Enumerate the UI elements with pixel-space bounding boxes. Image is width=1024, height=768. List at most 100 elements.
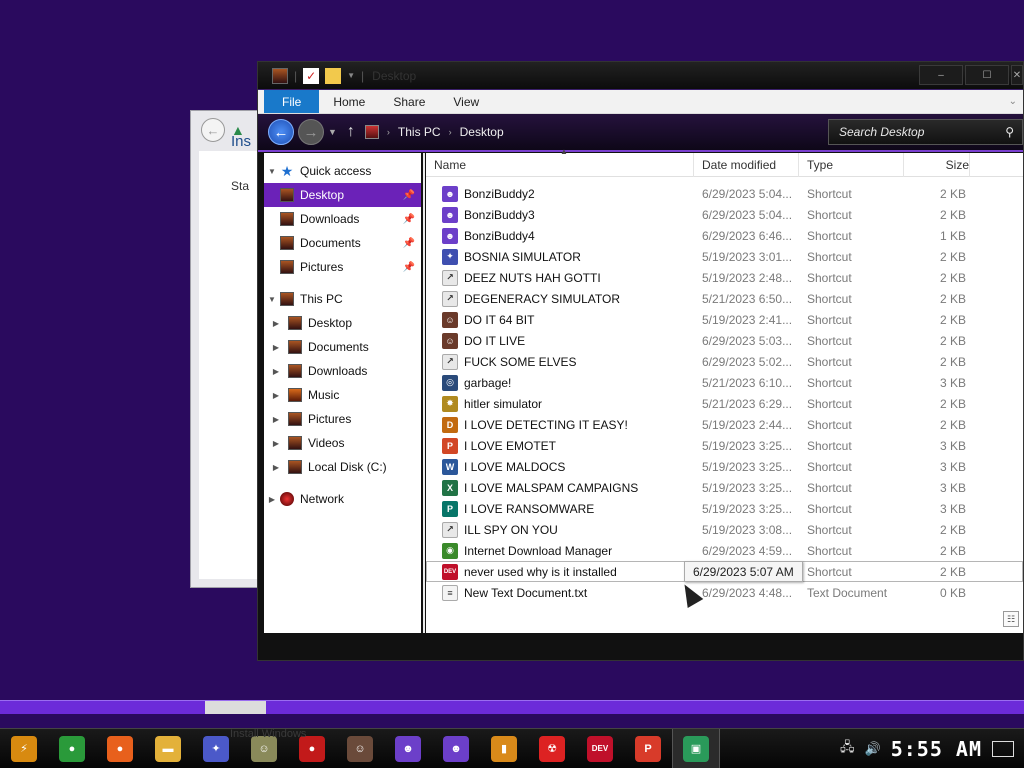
file-row[interactable]: ↗ DEGENERACY SIMULATOR 5/21/2023 6:50... Sh… [426, 288, 1023, 309]
firefox-icon[interactable]: ● [96, 729, 144, 768]
pane-splitter[interactable] [423, 153, 425, 633]
network-tray-icon[interactable]: 🖧 [840, 738, 855, 760]
file-row[interactable]: P I LOVE RANSOMWARE 5/19/2023 3:25... Short… [426, 498, 1023, 519]
expand-icon[interactable]: ▶ [264, 415, 280, 424]
bonzi-app-icon-2[interactable]: ☻ [432, 729, 480, 768]
file-name-cell[interactable]: D I LOVE DETECTING IT EASY! [426, 416, 694, 433]
nav-pc-documents[interactable]: ▶ Documents [264, 335, 421, 359]
search-icon[interactable]: ⚲ [1005, 125, 1014, 139]
installer-app-icon[interactable]: ▣ [672, 728, 720, 768]
file-row[interactable]: X I LOVE MALSPAM CAMPAIGNS 5/19/2023 3:25.… [426, 477, 1023, 498]
file-name-cell[interactable]: X I LOVE MALSPAM CAMPAIGNS [426, 479, 694, 496]
tab-share[interactable]: Share [379, 90, 439, 113]
nav-pc-pictures[interactable]: ▶ Pictures [264, 407, 421, 431]
start-button[interactable]: ⚡ [0, 729, 48, 768]
maximize-button[interactable]: ☐ [965, 65, 1009, 85]
expand-icon[interactable]: ▶ [264, 391, 280, 400]
portrait-app-icon[interactable]: ☺ [240, 729, 288, 768]
tab-file[interactable]: File [264, 90, 320, 113]
recent-locations-icon[interactable]: ▼ [328, 127, 337, 137]
file-name-cell[interactable]: ◉ Internet Download Manager [426, 542, 694, 559]
expand-icon[interactable]: ▶ [264, 463, 280, 472]
devcpp-app-icon[interactable]: DEV [576, 729, 624, 768]
up-button[interactable]: ↑ [347, 123, 355, 141]
taskbar-clock[interactable]: 5:55 AM [891, 737, 982, 761]
file-row[interactable]: ↗ DEEZ NUTS HAH GOTTI 5/19/2023 2:48... Sho… [426, 267, 1023, 288]
file-row[interactable]: ✦ BOSNIA SIMULATOR 5/19/2023 3:01... Shortc… [426, 246, 1023, 267]
properties-icon[interactable]: ✓ [303, 67, 320, 84]
file-name-cell[interactable]: ☻ BonziBuddy3 [426, 206, 694, 223]
file-row[interactable]: ◉ Internet Download Manager 6/29/2023 4:59… [426, 540, 1023, 561]
column-name[interactable]: Name [426, 152, 694, 177]
chrome-icon[interactable]: ● [48, 729, 96, 768]
file-row[interactable]: ✸ hitler simulator 5/21/2023 6:29... Shortc… [426, 393, 1023, 414]
file-row[interactable]: ☻ BonziBuddy3 6/29/2023 5:04... Shortcut 2 K… [426, 204, 1023, 225]
file-row[interactable]: D I LOVE DETECTING IT EASY! 5/19/2023 2:44… [426, 414, 1023, 435]
title-bar[interactable]: | ✓ ▼ | Desktop – ☐ ✕ [258, 62, 1023, 90]
breadcrumb-this-pc[interactable]: This PC [398, 125, 441, 139]
file-name-cell[interactable]: ✦ BOSNIA SIMULATOR [426, 248, 694, 265]
minimize-button[interactable]: – [919, 65, 963, 85]
nav-quick-pictures[interactable]: Pictures 📌 [264, 255, 421, 279]
column-type[interactable]: Type [799, 152, 904, 177]
notification-center-icon[interactable] [992, 740, 1014, 757]
nav-quick-downloads[interactable]: Downloads 📌 [264, 207, 421, 231]
qat-dropdown-icon[interactable]: ▼ [347, 71, 355, 80]
nav-quick-documents[interactable]: Documents 📌 [264, 231, 421, 255]
expand-icon[interactable]: ▶ [264, 319, 280, 328]
file-row[interactable]: ◎ garbage! 5/21/2023 6:10... Shortcut 3 KB [426, 372, 1023, 393]
file-row[interactable]: ☻ BonziBuddy4 6/29/2023 6:46... Shortcut 1 K… [426, 225, 1023, 246]
close-button[interactable]: ✕ [1011, 65, 1023, 85]
details-view-icon[interactable]: ☷ [1003, 611, 1019, 627]
breadcrumb-separator-icon[interactable]: › [449, 127, 452, 137]
radiation-app-icon[interactable]: ☢ [528, 729, 576, 768]
file-row[interactable]: DEV never used why is it installed 6/29/20… [426, 561, 1023, 582]
scroll-app-icon[interactable]: ▮ [480, 729, 528, 768]
expand-icon[interactable]: ▶ [264, 367, 280, 376]
file-name-cell[interactable]: ☻ BonziBuddy2 [426, 185, 694, 202]
file-row[interactable]: ☺ DO IT 64 BIT 5/19/2023 2:41... Shortcut 2 … [426, 309, 1023, 330]
expand-icon[interactable]: ▶ [264, 439, 280, 448]
file-row[interactable]: ☻ BonziBuddy2 6/29/2023 5:04... Shortcut 2 K… [426, 183, 1023, 204]
expand-icon[interactable]: ▶ [264, 495, 280, 504]
expand-icon[interactable]: ▶ [264, 343, 280, 352]
file-row[interactable]: ↗ ILL SPY ON YOU 5/19/2023 3:08... Shortcut… [426, 519, 1023, 540]
file-explorer-icon[interactable]: ▬ [144, 729, 192, 768]
file-name-cell[interactable]: ↗ FUCK SOME ELVES [426, 353, 694, 370]
installer-back-icon[interactable]: ← [201, 118, 225, 142]
new-folder-icon[interactable] [325, 67, 342, 84]
bonzi-app-icon[interactable]: ☻ [384, 729, 432, 768]
nav-pc-music[interactable]: ▶ Music [264, 383, 421, 407]
nav-pc-desktop[interactable]: ▶ Desktop [264, 311, 421, 335]
search-input[interactable]: Search Desktop ⚲ [828, 119, 1023, 145]
file-row[interactable]: W I LOVE MALDOCS 5/19/2023 3:25... Shortcut… [426, 456, 1023, 477]
file-name-cell[interactable]: ↗ DEGENERACY SIMULATOR [426, 290, 694, 307]
collapse-icon[interactable]: ▼ [264, 167, 280, 176]
collapse-icon[interactable]: ▼ [264, 295, 280, 304]
nav-network[interactable]: ▶ Network [264, 487, 421, 511]
file-name-cell[interactable]: ☺ DO IT 64 BIT [426, 311, 694, 328]
file-name-cell[interactable]: W I LOVE MALDOCS [426, 458, 694, 475]
file-row[interactable]: ≡ New Text Document.txt 6/29/2023 4:48... T… [426, 582, 1023, 603]
file-name-cell[interactable]: ☺ DO IT LIVE [426, 332, 694, 349]
file-name-cell[interactable]: ✸ hitler simulator [426, 395, 694, 412]
woman-app-icon[interactable]: ☺ [336, 729, 384, 768]
mask-app-icon[interactable]: ● [288, 729, 336, 768]
file-name-cell[interactable]: ↗ ILL SPY ON YOU [426, 521, 694, 538]
file-name-cell[interactable]: DEV never used why is it installed [426, 563, 694, 580]
star-app-icon[interactable]: ✦ [192, 729, 240, 768]
file-name-cell[interactable]: ≡ New Text Document.txt [426, 584, 694, 601]
file-row[interactable]: ☺ DO IT LIVE 6/29/2023 5:03... Shortcut 2 KB [426, 330, 1023, 351]
file-name-cell[interactable]: ◎ garbage! [426, 374, 694, 391]
breadcrumb-separator-icon[interactable]: › [387, 127, 390, 137]
file-row[interactable]: P I LOVE EMOTET 5/19/2023 3:25... Shortcut 3… [426, 435, 1023, 456]
column-size[interactable]: Size [904, 152, 970, 177]
nav-this-pc[interactable]: ▼ This PC [264, 287, 421, 311]
breadcrumb[interactable]: › This PC › Desktop [364, 125, 504, 139]
pdf-app-icon[interactable]: P [624, 729, 672, 768]
back-button[interactable]: ← [268, 119, 294, 145]
file-name-cell[interactable]: ☻ BonziBuddy4 [426, 227, 694, 244]
ribbon-expand-icon[interactable]: ⌄ [1009, 90, 1017, 113]
column-date-modified[interactable]: Date modified [694, 152, 799, 177]
tab-view[interactable]: View [439, 90, 493, 113]
